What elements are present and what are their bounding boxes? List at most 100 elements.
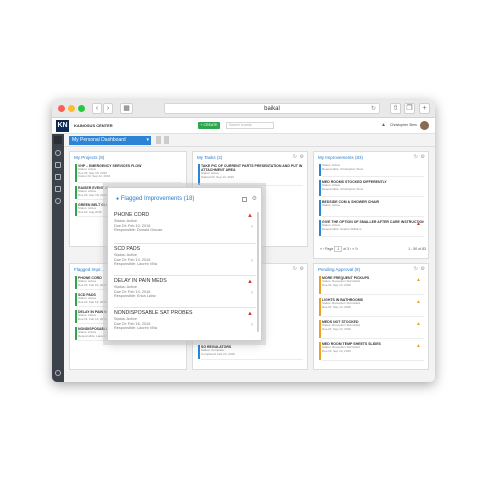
popout-title-text: Flagged Improvements (18) <box>120 196 195 202</box>
list-item[interactable]: ▲ MEDS NOT STOCKED Status: Reception Sub… <box>319 320 424 339</box>
chevron-right-icon[interactable]: › <box>251 322 253 328</box>
settings-bottom-icon[interactable] <box>55 370 61 376</box>
status-bar <box>319 276 321 294</box>
refresh-icon[interactable]: ↻ <box>414 154 418 160</box>
flagged-improvements-popout: ● Flagged Improvements (18) ⚙ PHONE CORD… <box>107 187 262 341</box>
list-item[interactable]: SCD PADS Status: Active Due Dt: Feb 14, … <box>114 246 256 276</box>
pager-label: Page <box>325 247 334 251</box>
refresh-icon[interactable]: ↻ <box>293 154 297 160</box>
pager-page-input[interactable]: 1 <box>334 246 343 252</box>
pager-of: of 3 <box>343 247 350 251</box>
item-line: Due Dt: Sep 13, 2016 <box>322 283 351 287</box>
settings-icon[interactable]: ⚙ <box>300 154 304 160</box>
create-button[interactable]: + CREATE <box>198 122 220 129</box>
new-tab-button[interactable]: + <box>419 103 430 114</box>
item-responsible: Responsible: Lauren Villa <box>114 262 157 267</box>
app-header: KN KAINOSUS CENTER + CREATE Search board… <box>52 118 435 134</box>
list-item[interactable]: ▲ MORE FREQUENT PICKUPS Status: Receptio… <box>319 276 424 295</box>
kn-logo: KN <box>56 120 69 132</box>
settings-icon[interactable]: ⚙ <box>300 266 304 272</box>
avatar[interactable] <box>420 121 429 130</box>
minimize-window-button[interactable] <box>68 105 75 112</box>
status-bar <box>75 203 77 216</box>
pager: « ‹ Page 1 of 3 › » ↻ 1 - 50 of 83 <box>320 246 426 255</box>
item-line: Status: Active <box>322 204 341 207</box>
status-bar <box>319 200 321 216</box>
folder-icon[interactable] <box>55 162 61 168</box>
status-bar <box>319 220 321 236</box>
flag-icon: ▲ <box>416 321 421 327</box>
list-item[interactable]: NONDISPOSABLE SAT PROBES Status: Active … <box>114 310 256 338</box>
pager-first-icon[interactable]: « <box>320 247 322 251</box>
popout-scrollbar[interactable] <box>257 212 259 332</box>
item-line: Completed: Feb 23, 2016 <box>201 352 235 356</box>
settings-icon[interactable]: ⚙ <box>252 195 257 202</box>
tabs-icon[interactable]: ❐ <box>404 103 415 114</box>
url-bar[interactable]: baikal ↻ <box>164 103 380 114</box>
item-line: Started Dt: Sep 13, 2016 <box>201 175 235 179</box>
chevron-right-icon[interactable]: › <box>251 224 253 230</box>
item-title: DELAY IN PAIN MEDS <box>114 278 167 284</box>
reload-icon[interactable]: ↻ <box>371 104 376 114</box>
list-item[interactable]: SO REGULATORS Status: Complete Completed… <box>198 345 303 360</box>
flag-icon: ▲ <box>416 299 421 305</box>
list-item[interactable]: VHP – EMERGENCY SERVICES FLOW Status: Ac… <box>75 164 182 183</box>
status-bar <box>198 164 200 185</box>
forward-button[interactable]: › <box>103 103 113 114</box>
back-button[interactable]: ‹ <box>92 103 102 114</box>
lightbulb-icon[interactable] <box>55 150 61 156</box>
list-icon[interactable] <box>55 174 61 180</box>
notification-bell-icon[interactable]: ▲ <box>381 122 386 128</box>
list-item[interactable]: BEDSIDE COM & SHOWER CHAIR Status: Activ… <box>319 200 424 217</box>
status-bar <box>75 186 77 199</box>
settings-icon[interactable]: ⚙ <box>421 154 425 160</box>
list-item[interactable]: PHONE CORD Status: Active Due Dt: Feb 10… <box>114 212 256 244</box>
item-title: PHONE CORD <box>114 212 150 218</box>
sidebar-toggle-icon[interactable]: ▦ <box>120 103 133 114</box>
item-line: Responsible: Christopher Sims <box>322 187 364 191</box>
item-responsible: Responsible: Lauren Villa <box>114 326 157 331</box>
left-sidebar <box>52 134 64 382</box>
user-name[interactable]: Christopher Sims <box>390 123 417 127</box>
pager-last-icon[interactable]: » <box>352 247 354 251</box>
close-window-button[interactable] <box>58 105 65 112</box>
status-bar <box>75 310 77 323</box>
search-input[interactable]: Search boards <box>226 122 274 129</box>
edit-dashboard-icon[interactable] <box>156 136 161 144</box>
chevron-right-icon[interactable]: › <box>251 290 253 296</box>
refresh-icon[interactable]: ↻ <box>293 266 297 272</box>
item-line: Due Dt: Sep 13, 2016 <box>322 305 351 309</box>
list-item[interactable]: ▲ LIGHTS IN BATHROOMS Status: Reception … <box>319 298 424 317</box>
flag-icon: ▲ <box>416 277 421 283</box>
status-bar <box>75 327 77 340</box>
pager-prev-icon[interactable]: ‹ <box>323 247 324 251</box>
flag-icon: ▲ <box>247 311 253 317</box>
share-icon[interactable]: ⇧ <box>390 103 401 114</box>
item-title: NONDISPOSABLE SAT PROBES <box>114 310 193 316</box>
settings-icon[interactable]: ⚙ <box>421 266 425 272</box>
list-item[interactable]: DELAY IN PAIN MEDS Status: Active Due Dt… <box>114 278 256 308</box>
pending-approval-panel: Pending Approval (9) ↻ ⚙ ▲ MORE FREQUENT… <box>313 263 429 370</box>
list-item[interactable]: MED ROOMS STOCKED DIFFERENTLY Status: Ac… <box>319 180 424 197</box>
expand-icon[interactable] <box>242 197 247 202</box>
browser-titlebar: ‹ › ▦ baikal ↻ ⇧ ❐ + <box>52 100 435 118</box>
zoom-window-button[interactable] <box>78 105 85 112</box>
list-item[interactable]: TAKE PIC OF CURRENT PARTS PRESENTATION A… <box>198 164 303 186</box>
list-item[interactable]: ▲ GIVE THE OPTION OF SMALLER AFTER CARE … <box>319 220 424 237</box>
chevron-right-icon[interactable]: › <box>251 258 253 264</box>
status-bar <box>319 320 321 338</box>
list-item[interactable]: ▲ MED ROOM TEMP SHEETS SLIDES Status: Re… <box>319 342 424 361</box>
status-bar <box>75 293 77 306</box>
item-line: Responsible: Sophie Williams <box>322 227 362 231</box>
pager-refresh-icon[interactable]: ↻ <box>355 247 358 251</box>
add-widget-icon[interactable] <box>164 136 169 144</box>
list-item[interactable]: Status: Active Responsible: Christopher … <box>319 164 424 177</box>
item-line: Responsible: Christopher Sims <box>322 167 364 171</box>
document-icon[interactable] <box>55 186 61 192</box>
apps-grid-icon[interactable] <box>54 136 62 144</box>
dashboard-select[interactable]: My Personal Dashboard ▾ <box>69 136 151 145</box>
status-bar <box>198 345 200 359</box>
refresh-icon[interactable]: ↻ <box>414 266 418 272</box>
company-name: KAINOSUS CENTER <box>74 123 113 128</box>
gear-icon[interactable] <box>55 198 61 204</box>
